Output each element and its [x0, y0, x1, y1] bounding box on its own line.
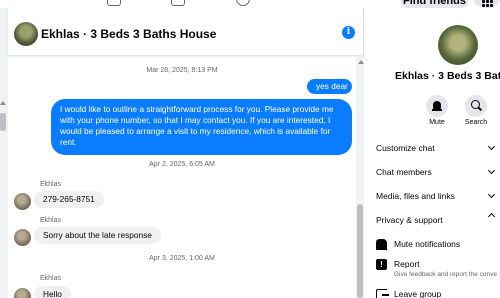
search-label: Search [464, 119, 488, 126]
outgoing-message[interactable]: yes dear [307, 79, 352, 94]
chevron-up-icon [487, 212, 496, 221]
incoming-message[interactable]: Sorry about the late response [34, 227, 161, 244]
message-text-line: rent. [60, 137, 77, 147]
search-button[interactable]: Search [456, 95, 496, 126]
message-timestamp: Mar 28, 2025, 8:13 PM [146, 67, 218, 74]
message-timestamp: Apr 2, 2025, 6:05 AM [149, 161, 215, 168]
sender-avatar[interactable] [14, 229, 31, 246]
customize-chat-section[interactable]: Customize chat [376, 143, 435, 153]
conversation-header: Ekhlas · 3 Beds 3 Baths House i [8, 8, 364, 56]
mute-label: Mute [429, 119, 445, 126]
sender-name: Ekhlas [40, 181, 62, 188]
chevron-down-icon [487, 142, 496, 151]
messenger-window: Find friends Ekhlas · 3 Beds 3 Baths Hou… [0, 0, 500, 298]
sidebar-scroll-thumb[interactable] [0, 113, 6, 131]
mute-button[interactable]: Mute [417, 95, 457, 126]
message-text: yes dear [316, 81, 348, 91]
incoming-message[interactable]: Hello [34, 286, 71, 298]
sender-avatar[interactable] [14, 193, 31, 210]
privacy-support-section[interactable]: Privacy & support [376, 215, 443, 225]
sender-name: Ekhlas [40, 217, 62, 224]
group-avatar[interactable] [14, 22, 38, 46]
chevron-down-icon [487, 166, 496, 175]
sender-avatar[interactable] [14, 288, 31, 298]
home-icon[interactable] [107, 0, 121, 6]
bell-icon [433, 101, 441, 109]
groups-icon[interactable] [236, 0, 250, 6]
message-text-line: I would like to outline a straightforwar… [60, 104, 334, 114]
sender-name: Ekhlas [40, 275, 62, 282]
message-text-line: with your phone number, so that I may co… [60, 115, 331, 125]
report-item[interactable]: Report [394, 259, 420, 269]
info-title: Ekhlas · 3 Beds 3 Baths House [395, 70, 500, 82]
incoming-message[interactable]: 279-265-8751 [34, 191, 104, 208]
chat-members-section[interactable]: Chat members [376, 167, 432, 177]
message-scroll-thumb[interactable] [357, 204, 363, 298]
mute-notifications-item[interactable]: Mute notifications [394, 239, 460, 249]
report-icon: ! [376, 259, 387, 270]
people-icon[interactable] [171, 0, 185, 6]
chevron-down-icon [487, 190, 496, 199]
scroll-up-icon[interactable] [0, 101, 6, 105]
group-avatar-large[interactable] [438, 25, 478, 65]
find-friends-button[interactable]: Find friends [401, 0, 468, 8]
conversation-title[interactable]: Ekhlas · 3 Beds 3 Baths House [41, 27, 216, 41]
message-text-line: would be pleased to arrange a visit to m… [60, 126, 331, 136]
conversation-panel: Ekhlas · 3 Beds 3 Baths House i Mar 28, … [8, 8, 364, 298]
message-list: Mar 28, 2025, 8:13 PM yes dear I would l… [8, 57, 356, 298]
media-files-links-section[interactable]: Media, files and links [376, 191, 455, 201]
conversation-info-panel: Ekhlas · 3 Beds 3 Baths House Mute Searc… [365, 8, 500, 298]
leave-group-item[interactable]: Leave group [394, 289, 441, 298]
top-navigation: Find friends [0, 0, 500, 8]
report-description: Give feedback and report the conve [394, 271, 497, 278]
outgoing-message[interactable]: I would like to outline a straightforwar… [51, 99, 352, 155]
menu-grid-icon[interactable] [473, 0, 500, 8]
scroll-up-icon[interactable] [358, 60, 364, 64]
message-timestamp: Apr 3, 2025, 1:00 AM [149, 255, 215, 262]
info-icon[interactable]: i [342, 26, 355, 39]
sidebar-scrollbar[interactable] [0, 8, 8, 298]
